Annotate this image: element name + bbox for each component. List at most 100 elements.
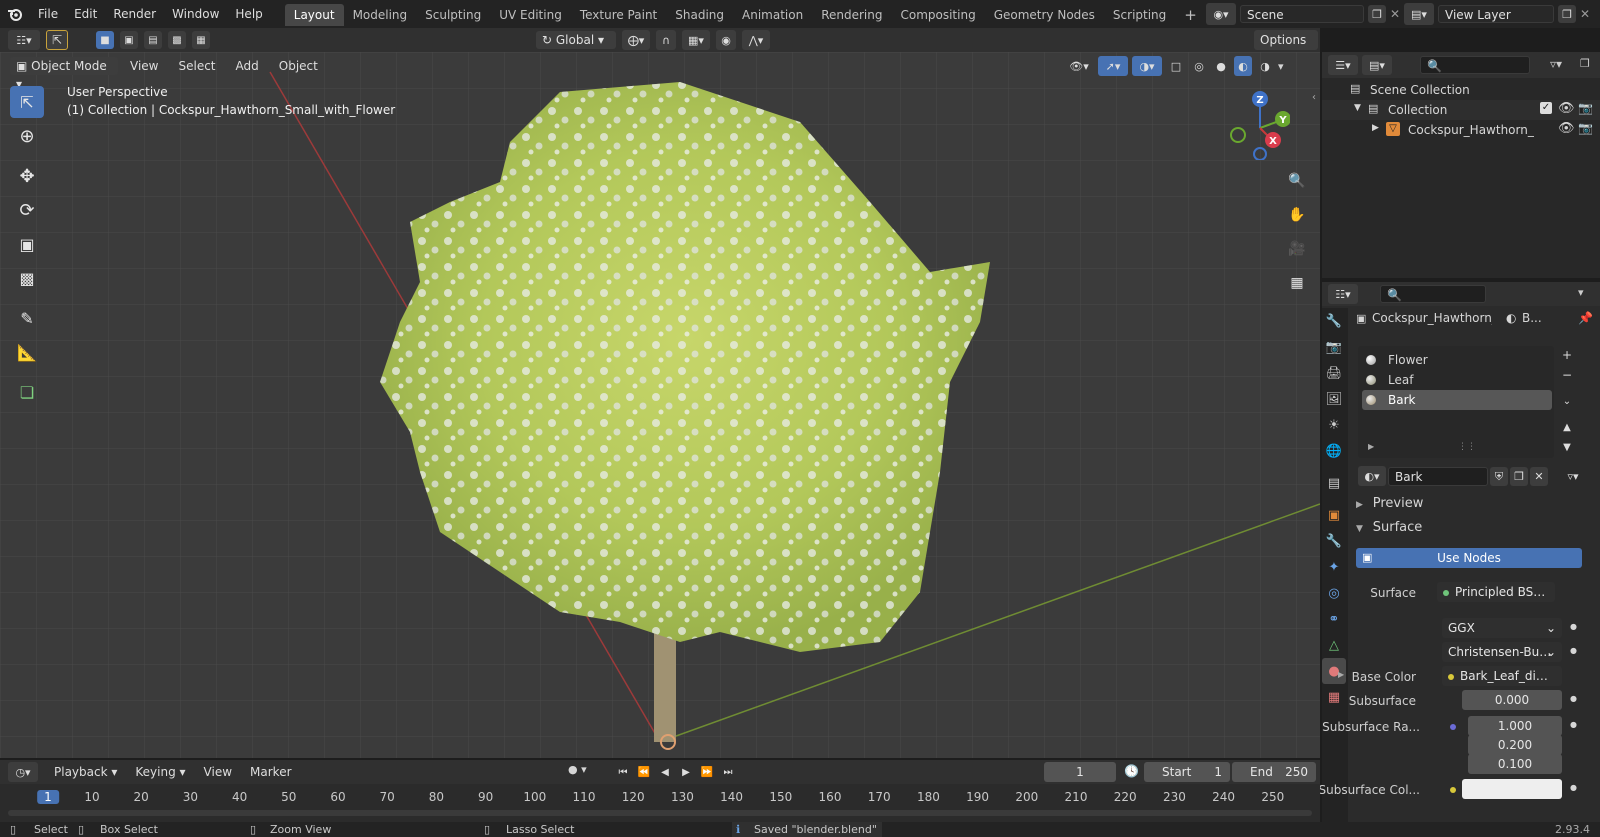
output-tab-icon[interactable]: 🖨 [1322,360,1346,386]
measure-tool-icon[interactable]: 📐 [10,336,44,368]
frame-ruler[interactable]: 1 10 20 30 40 50 60 70 80 90 100 110 120 130 140 150 160… [0,786,1320,808]
duplicate-material-icon[interactable]: ❐ [1510,467,1528,486]
sidebar-toggle-icon[interactable]: ‹ [1312,92,1316,103]
jump-keyframe-back-icon[interactable]: ⏪ [635,762,653,782]
move-slot-down-icon[interactable]: ▼ [1558,438,1576,456]
end-frame-field[interactable]: End 250 [1232,762,1316,782]
rendered-shading-icon[interactable]: ◑ [1256,56,1274,76]
jump-end-icon[interactable]: ⏭ [719,762,737,782]
outliner-editor-type-icon[interactable]: ☰▾ [1328,55,1358,75]
timeline-menu-view[interactable]: View [196,762,240,782]
select-intersect-icon[interactable]: ▦ [192,31,210,49]
subsurface-keyframe-icon[interactable]: ● [1570,694,1577,703]
mode-dropdown[interactable]: ▣ Object Mode ▾ [10,57,118,91]
scene-field[interactable]: Scene [1240,5,1364,23]
subsurface-color-swatch[interactable] [1462,779,1562,799]
pin-icon[interactable]: 📌 [1578,311,1593,325]
gizmo-toggle-icon[interactable]: ➚▾ [1098,56,1128,76]
scale-tool-icon[interactable]: ▣ [10,228,44,260]
outliner-row-scene-collection[interactable]: ▤ Scene Collection [1322,80,1600,100]
render-tab-icon[interactable]: 📷 [1322,334,1346,360]
tab-rendering[interactable]: Rendering [812,4,891,26]
tab-compositing[interactable]: Compositing [891,4,984,26]
world-tab-icon[interactable]: 🌐 [1322,438,1346,464]
select-subtract-icon[interactable]: ▤ [144,31,162,49]
add-cube-tool-icon[interactable]: ❏ [10,376,44,408]
new-scene-icon[interactable]: ❐ [1368,5,1386,23]
move-slot-up-icon[interactable]: ▲ [1558,418,1576,436]
tab-shading[interactable]: Shading [666,4,733,26]
surface-panel-header[interactable]: ▼ Surface [1356,520,1600,540]
slot-specials-icon[interactable]: ⌄ [1558,392,1576,410]
base-color-expand-icon[interactable]: ▶ [1338,670,1344,679]
snap-magnet-icon[interactable]: ∩ [656,30,676,50]
delete-view-layer-icon[interactable]: ✕ [1580,7,1594,21]
tab-scripting[interactable]: Scripting [1104,4,1175,26]
perspective-toggle-icon[interactable]: ▦ [1284,270,1310,296]
new-view-layer-icon[interactable]: ❐ [1558,5,1576,23]
auto-keying-record-icon[interactable]: ● ▾ [568,763,587,776]
select-box-tool-icon[interactable]: ⇱ [10,86,44,118]
start-frame-field[interactable]: Start 1 [1144,762,1230,782]
slot-list-resize-handle[interactable]: ⋮⋮ [1458,442,1476,452]
timeline-editor-type-icon[interactable]: ◷▾ [8,762,38,782]
tab-texture-paint[interactable]: Texture Paint [571,4,666,26]
transform-tool-icon[interactable]: ▩ [10,262,44,294]
orientation-dropdown[interactable]: ↻ Global ▾ [536,31,616,49]
slot-list-expand-icon[interactable]: ▶ [1368,442,1374,451]
properties-options-icon[interactable]: ▾ [1578,286,1584,299]
select-tool-icon[interactable]: ⇱ [46,30,68,50]
shading-options-icon[interactable]: ▾ [1278,60,1284,73]
scene-tab-icon[interactable]: ☀ [1322,412,1346,438]
view-layer-field[interactable]: View Layer [1438,5,1554,23]
object-expand-icon[interactable]: ▶ [1372,123,1379,133]
remove-slot-icon[interactable]: − [1558,366,1576,384]
view-layer-tab-icon[interactable]: 🖼 [1322,386,1346,412]
falloff-icon[interactable]: ⋀▾ [742,30,770,50]
subsurface-field[interactable]: 0.000 [1462,690,1562,710]
object-visibility-eye-icon[interactable]: 👁 [1558,121,1575,136]
preview-range-clock-icon[interactable]: 🕓 [1124,764,1139,778]
use-nodes-button[interactable]: ▣ Use Nodes [1356,548,1582,568]
slot-item-leaf[interactable]: Leaf [1358,370,1554,390]
3d-viewport[interactable]: ▣ Object Mode ▾ View Select Add Object 👁… [0,52,1320,758]
xray-icon[interactable]: □ [1166,56,1186,76]
menu-edit[interactable]: Edit [66,0,105,28]
filter-icon[interactable]: ▿▾ [1550,57,1562,71]
scene-icon[interactable]: ◉▾ [1206,3,1236,25]
tab-geometry-nodes[interactable]: Geometry Nodes [985,4,1104,26]
current-frame-field[interactable]: 1 [1044,762,1116,782]
collection-render-camera-icon[interactable]: 📷 [1578,101,1593,115]
subsurface-method-dropdown[interactable]: Christensen-Burley ⌄ [1442,642,1562,662]
options-dropdown[interactable]: Options ▾ [1254,30,1318,67]
timeline-scrollbar[interactable] [8,810,1312,816]
select-new-icon[interactable]: ■ [96,31,114,49]
camera-icon[interactable]: 🎥 [1284,236,1310,262]
tab-layout[interactable]: Layout [284,4,344,26]
play-icon[interactable]: ▶ [677,762,695,782]
jump-start-icon[interactable]: ⏮ [614,762,632,782]
add-slot-icon[interactable]: + [1558,346,1576,364]
editor-type-icon[interactable]: ☷▾ [8,30,40,50]
display-mode-icon[interactable]: ▤▾ [1362,55,1392,75]
slot-item-flower[interactable]: Flower [1358,350,1554,370]
jump-keyframe-forward-icon[interactable]: ⏩ [698,762,716,782]
cursor-tool-icon[interactable]: ⊕ [10,120,44,152]
timeline-menu-keying[interactable]: Keying ▾ [127,762,193,782]
outliner-row-collection[interactable]: ▼ ▤ Collection ✓ 👁 📷 [1322,100,1600,120]
material-name-field[interactable]: Bark [1388,467,1488,486]
pan-hand-icon[interactable]: ✋ [1284,202,1310,228]
collection-tab-icon[interactable]: ▤ [1322,470,1346,496]
tab-uv-editing[interactable]: UV Editing [490,4,571,26]
tab-sculpting[interactable]: Sculpting [416,4,490,26]
slot-item-bark[interactable]: Bark [1362,390,1552,410]
unlink-material-icon[interactable]: ✕ [1530,467,1548,486]
tool-tab-icon[interactable]: 🔧 [1322,308,1346,334]
subsurface-radius-x[interactable]: 1.000 [1468,716,1562,736]
solid-shading-icon[interactable]: ● [1212,56,1230,76]
zoom-icon[interactable]: 🔍 [1284,168,1310,194]
move-tool-icon[interactable]: ✥ [10,160,44,192]
subsurface-method-keyframe-icon[interactable]: ● [1570,646,1577,655]
object-render-camera-icon[interactable]: 📷 [1578,121,1593,135]
distribution-dropdown[interactable]: GGX ⌄ [1442,618,1562,638]
